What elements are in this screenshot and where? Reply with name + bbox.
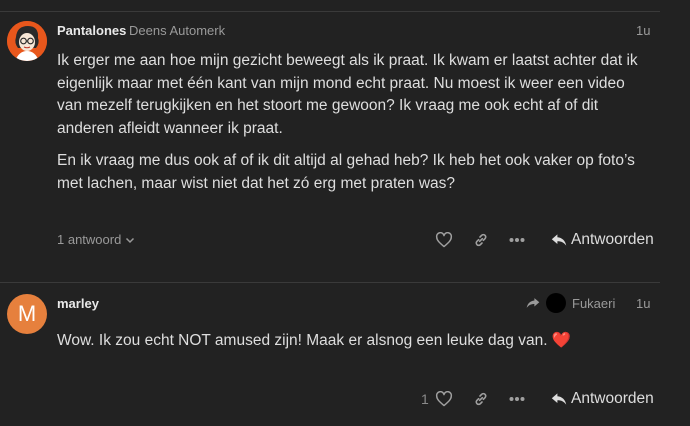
- more-options-button[interactable]: [505, 230, 529, 250]
- post-date[interactable]: 1u: [636, 23, 650, 38]
- like-button[interactable]: [432, 230, 456, 250]
- avatar-letter: M: [17, 301, 37, 326]
- copy-link-button[interactable]: [469, 389, 493, 409]
- post-date[interactable]: 1u: [636, 296, 650, 311]
- post-divider: [0, 282, 660, 283]
- avatar[interactable]: [7, 21, 47, 61]
- replies-count: 1 antwoord: [57, 232, 122, 247]
- like-button[interactable]: [432, 389, 456, 409]
- post-paragraph-2: En ik vraag me dus ook af of ik dit alti…: [57, 152, 635, 192]
- post-body: Wow. Ik zou echt NOT amused zijn! Maak e…: [57, 330, 647, 353]
- avatar-illustration-icon: [7, 21, 47, 61]
- reply-label: Antwoorden: [571, 231, 654, 248]
- post-paragraph-1: Ik erger me aan hoe mijn gezicht beweegt…: [57, 52, 638, 137]
- username[interactable]: Pantalones: [57, 23, 126, 38]
- avatar[interactable]: M: [7, 294, 47, 334]
- link-icon: [475, 392, 487, 406]
- user-title: Deens Automerk: [129, 23, 226, 38]
- reply-to-avatar: [546, 293, 566, 313]
- red-heart-emoji: ❤️: [551, 332, 572, 349]
- username[interactable]: marley: [57, 296, 99, 311]
- heart-icon: [435, 232, 453, 248]
- reply-button[interactable]: Antwoorden: [551, 231, 654, 249]
- reply-icon: [551, 234, 567, 246]
- link-icon: [475, 233, 487, 247]
- share-arrow-icon: [526, 298, 540, 308]
- chevron-down-icon: [126, 237, 135, 243]
- ellipsis-icon: [509, 238, 525, 242]
- reply-to-username: Fukaeri: [572, 295, 616, 311]
- like-count[interactable]: 1: [421, 391, 429, 407]
- top-divider: [0, 11, 660, 12]
- heart-icon: [435, 391, 453, 407]
- copy-link-button[interactable]: [469, 230, 493, 250]
- reply-button[interactable]: Antwoorden: [551, 390, 654, 408]
- show-replies-button[interactable]: 1 antwoord: [57, 232, 135, 247]
- more-options-button[interactable]: [505, 389, 529, 409]
- reply-label: Antwoorden: [571, 390, 654, 407]
- reply-to-tab[interactable]: Fukaeri: [526, 293, 615, 313]
- ellipsis-icon: [509, 397, 525, 401]
- post-text: Wow. Ik zou echt NOT amused zijn! Maak e…: [57, 332, 548, 349]
- reply-icon: [551, 393, 567, 405]
